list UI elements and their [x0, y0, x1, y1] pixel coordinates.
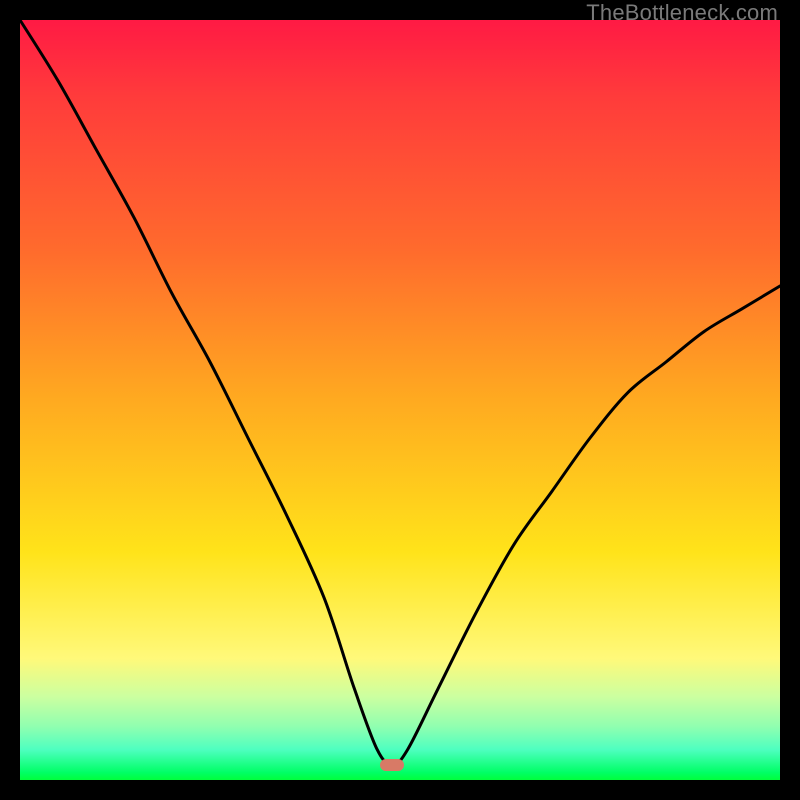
chart-frame: TheBottleneck.com [0, 0, 800, 800]
optimal-marker [380, 759, 404, 771]
bottleneck-curve [20, 20, 780, 780]
plot-area [20, 20, 780, 780]
